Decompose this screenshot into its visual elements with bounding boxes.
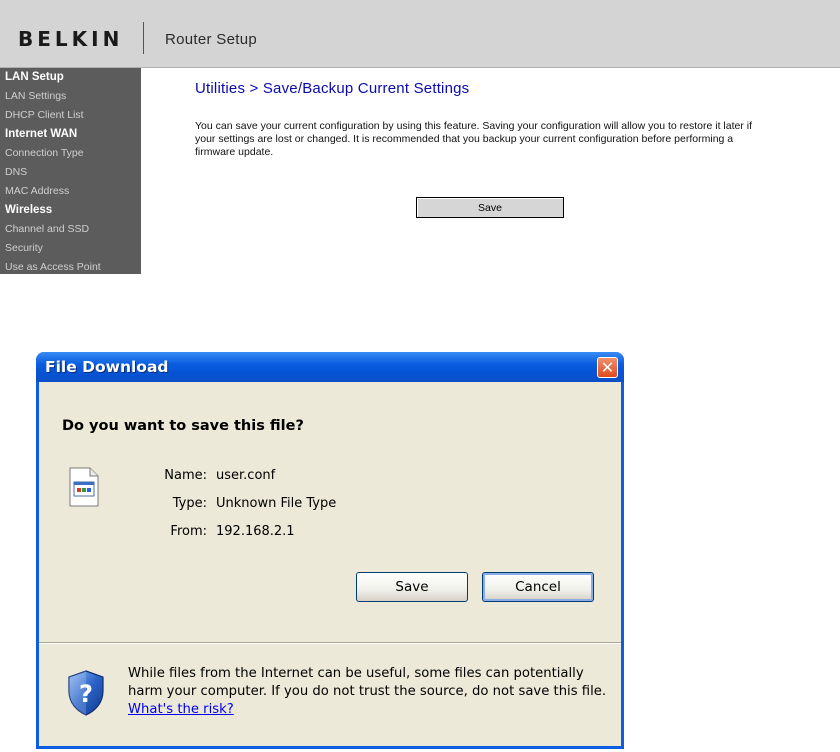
from-label: From: [170, 524, 207, 539]
dialog-separator [39, 642, 621, 644]
dialog-titlebar[interactable]: File Download ✕ [36, 352, 624, 382]
from-value: 192.168.2.1 [216, 524, 295, 539]
name-value: user.conf [216, 468, 276, 483]
main-content: Utilities > Save/Backup Current Settings… [195, 80, 815, 159]
sidebar-heading-wireless[interactable]: Wireless [0, 201, 141, 220]
close-icon[interactable]: ✕ [597, 357, 618, 378]
type-label: Type: [172, 496, 207, 511]
header: BELKIN Router Setup [0, 0, 840, 68]
sidebar-heading-lan-setup[interactable]: LAN Setup [0, 68, 141, 87]
svg-text:?: ? [79, 680, 93, 708]
file-icon [69, 467, 99, 507]
whats-the-risk-link[interactable]: What's the risk? [128, 702, 234, 717]
page-title: Utilities > Save/Backup Current Settings [195, 80, 470, 97]
security-warning: While files from the Internet can be use… [128, 665, 608, 719]
sidebar: LAN Setup LAN Settings DHCP Client List … [0, 68, 141, 274]
page-description: You can save your current configuration … [195, 120, 752, 158]
app-title: Router Setup [165, 31, 257, 48]
sidebar-item-channel-and-ssd[interactable]: Channel and SSD [0, 220, 141, 239]
dialog-cancel-button[interactable]: Cancel [482, 572, 594, 602]
warning-text: While files from the Internet can be use… [128, 666, 607, 699]
sidebar-item-use-as-access-point[interactable]: Use as Access Point [0, 258, 141, 274]
dialog-question: Do you want to save this file? [62, 418, 304, 434]
sidebar-item-lan-settings[interactable]: LAN Settings [0, 87, 141, 106]
type-value: Unknown File Type [216, 496, 337, 511]
router-page: BELKIN Router Setup LAN Setup LAN Settin… [0, 0, 840, 274]
save-settings-button[interactable]: Save [416, 197, 564, 218]
sidebar-item-dns[interactable]: DNS [0, 163, 141, 182]
sidebar-item-mac-address[interactable]: MAC Address [0, 182, 141, 201]
sidebar-item-security[interactable]: Security [0, 239, 141, 258]
sidebar-item-dhcp-client-list[interactable]: DHCP Client List [0, 106, 141, 125]
sidebar-item-connection-type[interactable]: Connection Type [0, 144, 141, 163]
file-download-dialog: File Download ✕ Do you want to save this… [36, 352, 624, 749]
shield-question-icon: ? [68, 670, 104, 716]
name-label: Name: [164, 468, 207, 483]
dialog-title: File Download [45, 358, 169, 376]
sidebar-heading-internet-wan[interactable]: Internet WAN [0, 125, 141, 144]
dialog-save-button[interactable]: Save [356, 572, 468, 602]
header-divider [143, 22, 144, 54]
brand-logo: BELKIN [18, 27, 124, 51]
